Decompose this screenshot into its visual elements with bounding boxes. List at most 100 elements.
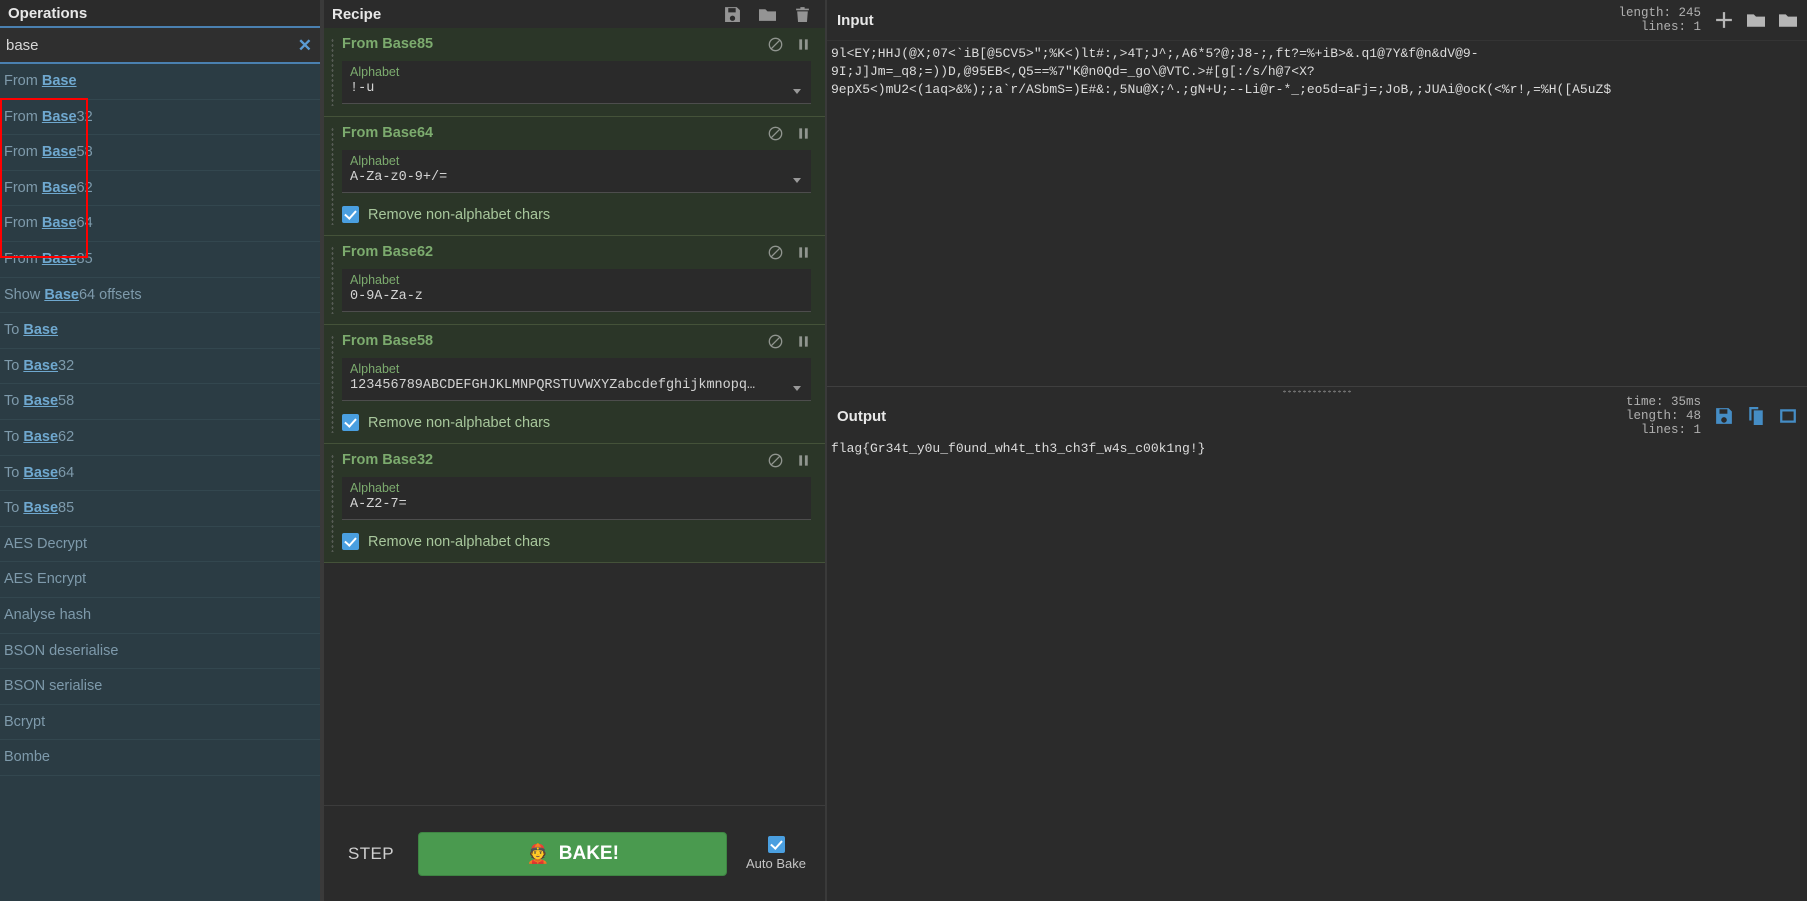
input-meta: length: 245 lines: 1: [1618, 6, 1715, 34]
operation-list-item[interactable]: To Base64: [0, 455, 320, 492]
operation-argument[interactable]: Alphabet 123456789ABCDEFGHJKLMNPQRSTUVWXY…: [342, 358, 811, 401]
disable-operation-icon[interactable]: [768, 245, 783, 260]
bake-button[interactable]: 👲 BAKE!: [418, 831, 727, 876]
bake-button-label: BAKE!: [558, 842, 619, 864]
search-match: Base: [41, 179, 77, 196]
input-length-value: 245: [1678, 6, 1701, 20]
operation-list-item[interactable]: From Base32: [0, 99, 320, 136]
operation-list-item[interactable]: From Base85: [0, 241, 320, 278]
close-icon[interactable]: ✕: [298, 28, 312, 64]
disable-operation-icon[interactable]: [768, 453, 783, 468]
disable-operation-icon[interactable]: [768, 334, 783, 349]
operation-list-item[interactable]: Analyse hash: [0, 597, 320, 634]
pause-breakpoint-icon[interactable]: [796, 37, 811, 52]
operation-list-item[interactable]: From Base62: [0, 170, 320, 207]
output-textarea[interactable]: flag{Gr34t_y0u_f0und_wh4t_th3_ch3f_w4s_c…: [827, 436, 1807, 901]
input-textarea[interactable]: 9l<EY;HHJ(@X;07<`iB[@5CV5>";%K<)lt#:,>4T…: [827, 40, 1807, 386]
output-title: Output: [837, 407, 887, 425]
remove-non-alphabet-row[interactable]: Remove non-alphabet chars: [342, 533, 811, 550]
argument-value[interactable]: A-Z2-7=: [350, 496, 803, 514]
operation-list-item[interactable]: To Base32: [0, 348, 320, 385]
recipe-operation[interactable]: From Base32 Alphabet A-Z2-7= Remove non-alp…: [324, 444, 825, 563]
io-pane: Input length: 245 lines: 1 9l<EY;HHJ(@X;…: [825, 0, 1807, 901]
splitter-grip: [1282, 390, 1352, 393]
drag-handle-icon[interactable]: [331, 454, 334, 552]
replace-input-icon[interactable]: [1779, 407, 1797, 425]
argument-label: Alphabet: [350, 154, 400, 168]
search-match: Base: [41, 108, 77, 125]
auto-bake-toggle[interactable]: Auto Bake: [741, 836, 811, 871]
clear-recipe-icon[interactable]: [794, 6, 811, 23]
remove-non-alphabet-checkbox[interactable]: [342, 533, 359, 550]
argument-value[interactable]: 0-9A-Za-z: [350, 288, 803, 306]
chevron-down-icon[interactable]: [793, 386, 801, 391]
load-recipe-icon[interactable]: [759, 6, 776, 23]
operation-list-item[interactable]: AES Encrypt: [0, 562, 320, 598]
open-folder-icon[interactable]: [1747, 11, 1765, 29]
remove-non-alphabet-row[interactable]: Remove non-alphabet chars: [342, 414, 811, 431]
step-button[interactable]: STEP: [338, 844, 404, 864]
operation-argument[interactable]: Alphabet A-Z2-7=: [342, 477, 811, 520]
drag-handle-icon[interactable]: [331, 335, 334, 433]
save-recipe-icon[interactable]: [724, 6, 741, 23]
copy-output-icon[interactable]: [1747, 407, 1765, 425]
chevron-down-icon[interactable]: [793, 178, 801, 183]
operation-list-item[interactable]: From Base58: [0, 135, 320, 171]
recipe-controls: STEP 👲 BAKE! Auto Bake: [324, 805, 825, 901]
drag-handle-icon[interactable]: [331, 127, 334, 225]
argument-label: Alphabet: [350, 362, 400, 376]
drag-handle-icon[interactable]: [331, 38, 334, 106]
operation-list-item[interactable]: To Base62: [0, 419, 320, 456]
disable-operation-icon[interactable]: [768, 126, 783, 141]
recipe-operation[interactable]: From Base58 Alphabet 123456789ABCDEFGHJKLM…: [324, 325, 825, 444]
argument-value[interactable]: A-Za-z0-9+/=: [350, 169, 803, 187]
operation-list-item[interactable]: BSON deserialise: [0, 633, 320, 670]
recipe-operation[interactable]: From Base64 Alphabet A-Za-z0-9+/= Remove no…: [324, 117, 825, 236]
output-meta: time: 35ms length: 48 lines: 1: [1626, 395, 1715, 437]
add-input-tab-icon[interactable]: [1715, 11, 1733, 29]
remove-non-alphabet-checkbox[interactable]: [342, 206, 359, 223]
output-lines-label: lines:: [1640, 423, 1686, 437]
operation-argument[interactable]: Alphabet !-u: [342, 61, 811, 104]
search-input[interactable]: [0, 28, 320, 62]
operation-list-item[interactable]: BSON serialise: [0, 669, 320, 705]
operation-list-item[interactable]: To Base58: [0, 384, 320, 420]
pause-breakpoint-icon[interactable]: [796, 453, 811, 468]
argument-value[interactable]: !-u: [350, 80, 803, 98]
remove-non-alphabet-checkbox[interactable]: [342, 414, 359, 431]
recipe-operations-list[interactable]: From Base85 Alphabet !-u From Base64 Alphabe…: [324, 28, 825, 733]
auto-bake-checkbox[interactable]: [767, 836, 785, 853]
operation-list-item[interactable]: To Base: [0, 313, 320, 349]
operation-argument[interactable]: Alphabet A-Za-z0-9+/=: [342, 150, 811, 193]
drag-handle-icon[interactable]: [331, 246, 334, 314]
argument-value[interactable]: 123456789ABCDEFGHJKLMNPQRSTUVWXYZabcdefg…: [350, 377, 803, 395]
operation-list-item[interactable]: To Base85: [0, 491, 320, 527]
recipe-operation-title: From Base62: [342, 244, 434, 260]
recipe-operation[interactable]: From Base62 Alphabet 0-9A-Za-z: [324, 236, 825, 325]
operation-list-item[interactable]: Bombe: [0, 740, 320, 776]
open-folder-icon-2[interactable]: [1779, 11, 1797, 29]
pause-breakpoint-icon[interactable]: [796, 126, 811, 141]
input-lines-label: lines:: [1640, 20, 1686, 34]
operation-list-item[interactable]: AES Decrypt: [0, 526, 320, 563]
disable-operation-icon[interactable]: [768, 37, 783, 52]
operations-list[interactable]: From Base From Base32 From Base58 From Base…: [0, 64, 320, 901]
operation-list-item[interactable]: From Base: [0, 64, 320, 100]
pause-breakpoint-icon[interactable]: [796, 245, 811, 260]
chevron-down-icon[interactable]: [793, 89, 801, 94]
save-output-icon[interactable]: [1715, 407, 1733, 425]
argument-label: Alphabet: [350, 481, 400, 495]
recipe-title: Recipe: [332, 5, 382, 23]
operation-list-item[interactable]: From Base64: [0, 206, 320, 242]
search-bar[interactable]: ✕: [0, 28, 320, 64]
search-match: Base: [23, 500, 59, 517]
operation-list-item[interactable]: Show Base64 offsets: [0, 277, 320, 314]
operation-list-item[interactable]: Bcrypt: [0, 704, 320, 741]
search-match: Base: [23, 464, 59, 481]
search-match: Base: [23, 357, 59, 374]
remove-non-alphabet-row[interactable]: Remove non-alphabet chars: [342, 206, 811, 223]
pause-breakpoint-icon[interactable]: [796, 334, 811, 349]
recipe-operation[interactable]: From Base85 Alphabet !-u: [324, 28, 825, 117]
output-time-label: time:: [1625, 395, 1664, 409]
operation-argument[interactable]: Alphabet 0-9A-Za-z: [342, 269, 811, 312]
